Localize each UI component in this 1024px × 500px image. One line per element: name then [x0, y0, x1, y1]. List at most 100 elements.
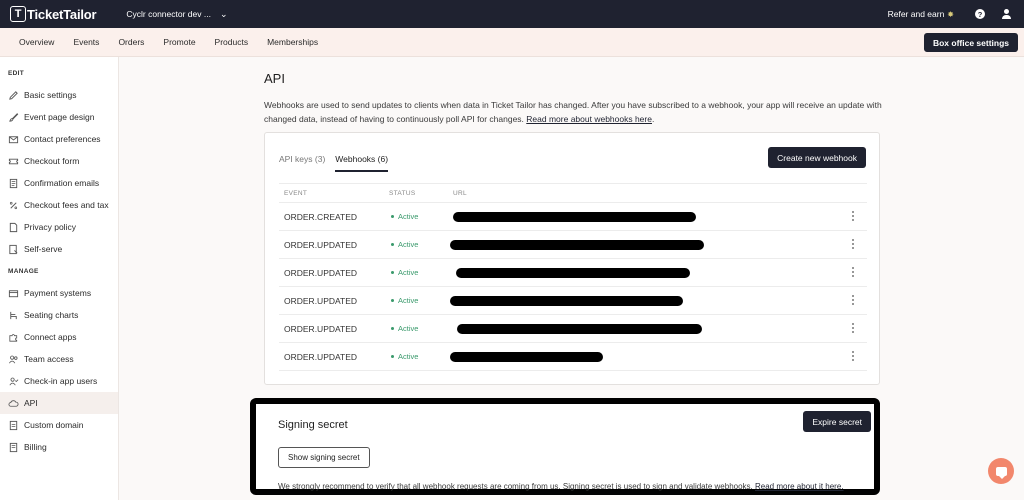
sidebar-item-billing[interactable]: Billing	[0, 436, 118, 458]
sidebar-item-label: Self-serve	[24, 244, 63, 254]
sidebar-item-checkout-form[interactable]: Checkout form	[0, 150, 118, 172]
page-title: API	[264, 71, 285, 86]
status-badge: Active	[389, 324, 449, 333]
credit-card-icon	[8, 288, 19, 299]
tab-api-keys[interactable]: API keys (3)	[279, 154, 325, 172]
redacted-url	[450, 352, 603, 362]
signing-secret-title: Signing secret	[278, 419, 348, 431]
redacted-url	[453, 212, 696, 222]
box-office-settings-button[interactable]: Box office settings	[923, 33, 1018, 52]
status-badge: Active	[389, 212, 449, 221]
redacted-url	[457, 324, 702, 334]
sidebar-item-team-access[interactable]: Team access	[0, 348, 118, 370]
self-serve-icon	[8, 244, 19, 255]
invoice-icon	[8, 442, 19, 453]
sidebar-item-label: Checkout fees and tax	[24, 200, 109, 210]
sidebar-item-seating-charts[interactable]: Seating charts	[0, 304, 118, 326]
nav-promote[interactable]: Promote	[163, 37, 195, 47]
nav-events[interactable]: Events	[73, 37, 99, 47]
cloud-icon	[8, 398, 19, 409]
tab-webhooks[interactable]: Webhooks (6)	[335, 154, 389, 172]
more-options-icon[interactable]	[851, 294, 855, 306]
sidebar-item-basic-settings[interactable]: Basic settings	[0, 84, 118, 106]
sidebar-item-custom-domain[interactable]: Custom domain	[0, 414, 118, 436]
redacted-url	[450, 296, 683, 306]
sidebar-item-connect-apps[interactable]: Connect apps	[0, 326, 118, 348]
table-row[interactable]: ORDER.UPDATED Active	[279, 259, 867, 287]
policy-document-icon	[8, 222, 19, 233]
chevron-down-icon: ⌄	[219, 8, 228, 19]
nav-memberships[interactable]: Memberships	[267, 37, 318, 47]
status-badge: Active	[389, 240, 449, 249]
sidebar-item-contact-preferences[interactable]: Contact preferences	[0, 128, 118, 150]
redacted-url	[450, 240, 704, 250]
signing-secret-card: Signing secret Expire secret Show signin…	[250, 398, 880, 495]
account-switcher[interactable]: Cyclr connector dev ... ⌄	[126, 9, 227, 20]
table-row[interactable]: ORDER.UPDATED Active	[279, 343, 867, 371]
document-icon	[8, 178, 19, 189]
column-url: URL	[453, 189, 467, 197]
sidebar-item-check-in-app-users[interactable]: Check-in app users	[0, 370, 118, 392]
help-icon[interactable]: ?	[975, 9, 985, 19]
webhook-event: ORDER.UPDATED	[284, 323, 358, 334]
redacted-url	[456, 268, 690, 278]
webhook-event: ORDER.UPDATED	[284, 267, 358, 278]
table-row[interactable]: ORDER.UPDATED Active	[279, 231, 867, 259]
sidebar-item-api[interactable]: API	[0, 392, 118, 414]
sidebar-item-label: API	[24, 398, 38, 408]
webhooks-docs-link[interactable]: Read more about webhooks here	[526, 114, 652, 124]
ticket-icon	[8, 156, 19, 167]
sidebar-item-label: Seating charts	[24, 310, 79, 320]
chat-launcher-button[interactable]	[988, 458, 1014, 484]
sparkle-icon: ✸	[947, 10, 954, 19]
brush-icon	[8, 112, 19, 123]
account-name: Cyclr connector dev ...	[126, 9, 211, 19]
webhook-event: ORDER.UPDATED	[284, 295, 358, 306]
webhook-event: ORDER.UPDATED	[284, 351, 358, 362]
refer-label: Refer and earn	[887, 9, 945, 19]
more-options-icon[interactable]	[851, 210, 855, 222]
create-webhook-button[interactable]: Create new webhook	[768, 147, 866, 168]
sidebar-item-label: Basic settings	[24, 90, 77, 100]
sidebar-item-label: Connect apps	[24, 332, 77, 342]
sidebar-item-label: Team access	[24, 354, 74, 364]
nav-overview[interactable]: Overview	[19, 37, 54, 47]
sidebar-section-manage: MANAGE	[8, 268, 39, 275]
api-tabs: API keys (3) Webhooks (6)	[279, 154, 398, 172]
sidebar-item-self-serve[interactable]: Self-serve	[0, 238, 118, 260]
sidebar-item-label: Contact preferences	[24, 134, 101, 144]
sidebar-item-confirmation-emails[interactable]: Confirmation emails	[0, 172, 118, 194]
more-options-icon[interactable]	[851, 266, 855, 278]
more-options-icon[interactable]	[851, 322, 855, 334]
table-row[interactable]: ORDER.UPDATED Active	[279, 287, 867, 315]
webhooks-table: EVENT STATUS URL ORDER.CREATED Active OR…	[279, 183, 867, 371]
sidebar-item-label: Confirmation emails	[24, 178, 100, 188]
table-row[interactable]: ORDER.CREATED Active	[279, 203, 867, 231]
sidebar-item-payment-systems[interactable]: Payment systems	[0, 282, 118, 304]
sidebar-item-label: Custom domain	[24, 420, 84, 430]
sidebar-item-label: Check-in app users	[24, 376, 98, 386]
seat-icon	[8, 310, 19, 321]
percent-icon	[8, 200, 19, 211]
main-nav: Overview Events Orders Promote Products …	[0, 28, 1024, 57]
show-signing-secret-button[interactable]: Show signing secret	[278, 447, 370, 468]
sidebar-section-edit: EDIT	[8, 70, 25, 77]
sidebar-item-checkout-fees[interactable]: Checkout fees and tax	[0, 194, 118, 216]
signing-secret-docs-link[interactable]: Read more about it here.	[755, 482, 844, 491]
user-icon[interactable]	[1002, 9, 1011, 19]
column-status: STATUS	[389, 189, 416, 197]
ticket-tailor-logo[interactable]: T TicketTailor	[10, 6, 97, 22]
sidebar-item-label: Checkout form	[24, 156, 80, 166]
table-row[interactable]: ORDER.UPDATED Active	[279, 315, 867, 343]
webhook-event: ORDER.CREATED	[284, 211, 358, 222]
more-options-icon[interactable]	[851, 350, 855, 362]
sidebar-item-privacy-policy[interactable]: Privacy policy	[0, 216, 118, 238]
expire-secret-button[interactable]: Expire secret	[803, 411, 871, 432]
status-badge: Active	[389, 352, 449, 361]
status-badge: Active	[389, 268, 449, 277]
nav-products[interactable]: Products	[215, 37, 249, 47]
nav-orders[interactable]: Orders	[118, 37, 144, 47]
sidebar-item-event-page-design[interactable]: Event page design	[0, 106, 118, 128]
refer-and-earn-link[interactable]: Refer and earn ✸	[888, 9, 954, 19]
more-options-icon[interactable]	[851, 238, 855, 250]
